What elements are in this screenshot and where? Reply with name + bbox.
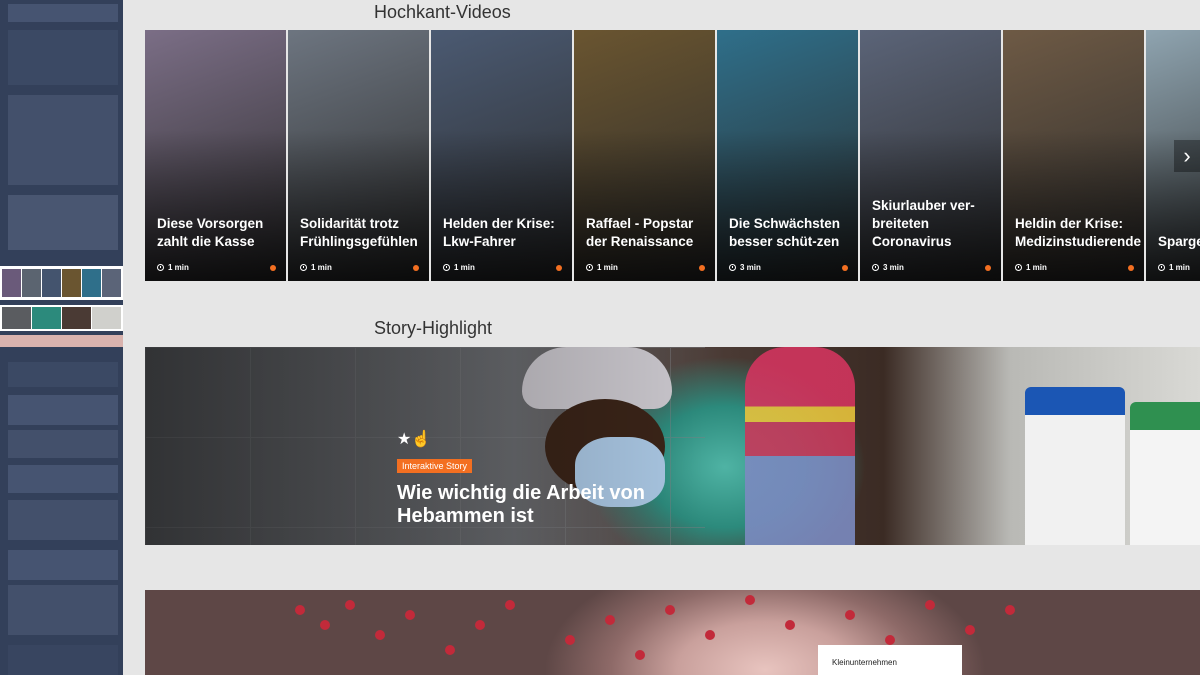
video-duration: 1 min xyxy=(157,263,189,272)
video-card[interactable]: Skiurlauber ver-breiteten Coronavirus 3 … xyxy=(860,30,1001,281)
coronavirus-teaser[interactable]: Kleinunternehmen xyxy=(145,590,1200,675)
section-heading-story: Story-Highlight xyxy=(374,318,493,338)
video-card[interactable]: Raffael - Popstar der Renaissance 1 min xyxy=(574,30,715,281)
story-highlight-card[interactable]: ★☝ Interaktive Story Wie wichtig die Arb… xyxy=(145,347,1200,545)
virus-spike xyxy=(405,610,415,620)
video-duration: 1 min xyxy=(300,263,332,272)
video-title: Solidarität trotz Frühlingsgefühlen xyxy=(300,216,418,249)
rail-thumb xyxy=(8,465,118,493)
rail-thumb xyxy=(8,362,118,387)
virus-spike xyxy=(635,650,645,660)
clock-icon xyxy=(729,264,736,271)
card-shade xyxy=(288,130,429,281)
clock-icon xyxy=(300,264,307,271)
virus-spike xyxy=(605,615,615,625)
clock-icon xyxy=(586,264,593,271)
rail-current-view[interactable] xyxy=(0,266,123,300)
virus-spike xyxy=(1005,605,1015,615)
vertical-videos-carousel: Diese Vorsorgen zahlt die Kasse 1 min So… xyxy=(145,30,1200,281)
video-title: Raffael - Popstar der Renaissance xyxy=(586,216,694,249)
video-title: Heldin der Krise: Medizinstudierende xyxy=(1015,216,1142,249)
virus-spike xyxy=(445,645,455,655)
rail-thumb xyxy=(8,195,118,250)
virus-spike xyxy=(505,600,515,610)
card-shade xyxy=(431,130,572,281)
story-title: Wie wichtig die Arbeit von Hebammen ist xyxy=(397,482,645,527)
clock-icon xyxy=(1158,264,1165,271)
section-heading-videos: Hochkant-Videos xyxy=(374,2,511,22)
rail-current-view[interactable] xyxy=(0,305,123,331)
accent-dot-icon xyxy=(556,265,562,271)
virus-spike xyxy=(295,605,305,615)
rail-thumb xyxy=(8,550,118,580)
card-shade xyxy=(717,130,858,281)
video-duration: 3 min xyxy=(729,263,761,272)
virus-spike xyxy=(565,635,575,645)
accent-dot-icon xyxy=(699,265,705,271)
video-duration: 1 min xyxy=(1015,263,1047,272)
virus-spike xyxy=(665,605,675,615)
accent-dot-icon xyxy=(270,265,276,271)
teaser-label-box[interactable]: Kleinunternehmen xyxy=(818,645,962,675)
video-title: Helden der Krise: Lkw-Fahrer xyxy=(443,216,555,249)
clock-icon xyxy=(1015,264,1022,271)
green-bucket-image xyxy=(1130,402,1200,545)
video-card[interactable]: Solidarität trotz Frühlingsgefühlen 1 mi… xyxy=(288,30,429,281)
virus-spike xyxy=(885,635,895,645)
card-shade xyxy=(574,130,715,281)
rail-current-view[interactable] xyxy=(0,335,123,347)
video-duration: 1 min xyxy=(1158,263,1190,272)
card-shade xyxy=(145,130,286,281)
clock-icon xyxy=(443,264,450,271)
video-title: Diese Vorsorgen zahlt die Kasse xyxy=(157,216,264,249)
virus-spike xyxy=(475,620,485,630)
rail-thumb xyxy=(8,500,118,540)
virus-spike xyxy=(845,610,855,620)
virus-spike xyxy=(925,600,935,610)
clock-icon xyxy=(157,264,164,271)
blue-bucket-image xyxy=(1025,387,1125,545)
rail-thumb xyxy=(8,395,118,425)
background-person-image xyxy=(745,347,855,545)
teaser-label: Kleinunternehmen xyxy=(832,658,897,667)
page-thumbnail-rail[interactable] xyxy=(0,0,123,675)
video-card[interactable]: Helden der Krise: Lkw-Fahrer 1 min xyxy=(431,30,572,281)
virus-spike xyxy=(320,620,330,630)
video-title: Sparge Darum es! xyxy=(1158,234,1200,249)
video-card[interactable]: Diese Vorsorgen zahlt die Kasse 1 min xyxy=(145,30,286,281)
accent-dot-icon xyxy=(842,265,848,271)
card-shade xyxy=(1003,130,1144,281)
video-title: Skiurlauber ver-breiteten Coronavirus xyxy=(872,198,975,249)
accent-dot-icon xyxy=(985,265,991,271)
virus-spike xyxy=(965,625,975,635)
rail-thumb xyxy=(8,30,118,85)
video-card[interactable]: Die Schwächsten besser schüt-zen 3 min xyxy=(717,30,858,281)
accent-dot-icon xyxy=(413,265,419,271)
video-title: Die Schwächsten besser schüt-zen xyxy=(729,216,841,249)
clock-icon xyxy=(872,264,879,271)
virus-spike xyxy=(705,630,715,640)
video-duration: 1 min xyxy=(443,263,475,272)
rail-thumb xyxy=(8,430,118,458)
virus-spike xyxy=(345,600,355,610)
virus-spike xyxy=(785,620,795,630)
rail-thumb xyxy=(8,645,118,675)
accent-dot-icon xyxy=(1128,265,1134,271)
chevron-right-icon: › xyxy=(1183,143,1191,168)
video-duration: 1 min xyxy=(586,263,618,272)
rail-thumb xyxy=(8,4,118,22)
rail-thumb xyxy=(8,95,118,185)
story-badge: Interaktive Story xyxy=(397,459,473,473)
rail-thumb xyxy=(8,585,118,635)
virus-spike xyxy=(745,595,755,605)
interactive-touch-icon: ★☝ xyxy=(397,431,432,448)
video-card[interactable]: Heldin der Krise: Medizinstudierende 1 m… xyxy=(1003,30,1144,281)
video-duration: 3 min xyxy=(872,263,904,272)
virus-spike xyxy=(375,630,385,640)
carousel-next-button[interactable]: › xyxy=(1174,140,1200,172)
